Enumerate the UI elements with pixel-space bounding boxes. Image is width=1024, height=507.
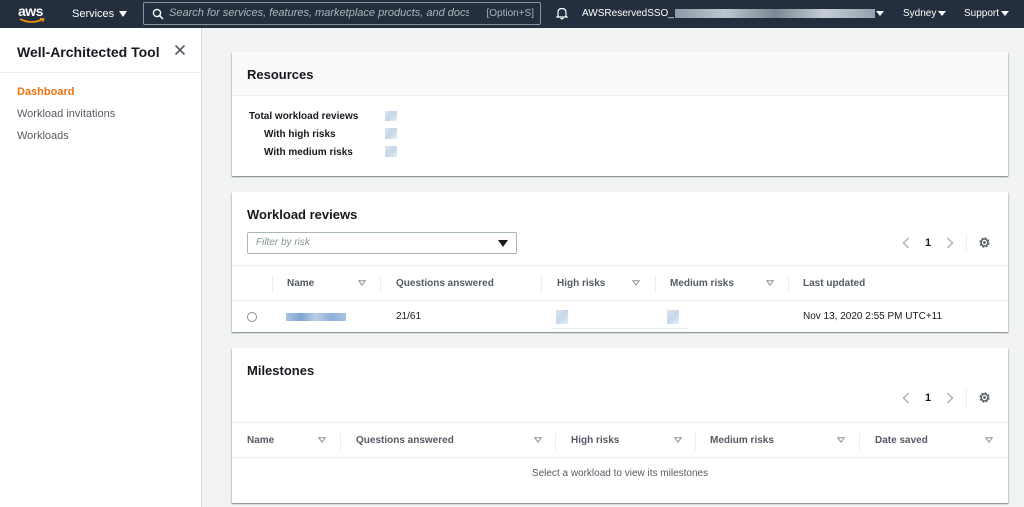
column-header-last-updated[interactable]: Last updated — [803, 278, 865, 289]
caret-down-icon — [119, 11, 128, 18]
filter-by-risk-select[interactable] — [247, 232, 517, 254]
column-divider — [695, 433, 696, 450]
column-divider — [555, 433, 556, 450]
column-header-questions-answered[interactable]: Questions answered — [356, 435, 454, 446]
cell-underline — [552, 328, 688, 329]
sort-icon[interactable] — [985, 437, 993, 443]
workload-reviews-panel: Workload reviews 1 Name Questions answer… — [232, 192, 1008, 332]
column-divider — [788, 276, 789, 293]
sort-icon[interactable] — [632, 280, 640, 286]
gear-icon[interactable] — [978, 236, 991, 249]
region-caret-icon[interactable] — [938, 11, 946, 16]
workload-reviews-title: Workload reviews — [247, 207, 358, 222]
aws-smile-icon — [19, 18, 45, 23]
milestones-table-header: Name Questions answered High risks Mediu… — [232, 422, 1008, 458]
column-header-high-risks[interactable]: High risks — [557, 278, 605, 289]
search-input[interactable] — [169, 7, 469, 19]
milestones-panel: Milestones 1 Name Questions answered Hig… — [232, 348, 1008, 503]
last-updated-cell: Nov 13, 2020 2:55 PM UTC+11 — [803, 311, 943, 322]
questions-answered-cell: 21/61 — [396, 311, 422, 322]
column-divider — [655, 276, 656, 293]
account-caret-icon[interactable] — [876, 11, 884, 16]
search-shortcut: [Option+S] — [486, 8, 534, 19]
pager-divider — [966, 234, 967, 252]
caret-down-icon — [498, 240, 508, 247]
aws-logo[interactable]: aws — [18, 3, 48, 25]
current-page[interactable]: 1 — [925, 237, 931, 249]
side-navigation: Well-Architected Tool Dashboard Workload… — [0, 28, 202, 507]
medium-risks-cell-redacted — [667, 310, 679, 324]
account-name-redacted — [674, 8, 875, 18]
sort-icon[interactable] — [674, 437, 682, 443]
column-header-high-risks[interactable]: High risks — [571, 435, 619, 446]
medium-risks-value-redacted — [385, 146, 397, 157]
column-header-name[interactable]: Name — [247, 435, 274, 446]
search-box[interactable]: [Option+S] — [143, 2, 541, 25]
resources-title: Resources — [247, 67, 314, 82]
sort-icon[interactable] — [318, 437, 326, 443]
milestones-empty-message: Select a workload to view its milestones — [531, 468, 709, 479]
gear-icon[interactable] — [978, 391, 991, 404]
previous-page-icon[interactable] — [902, 237, 910, 249]
resources-header: Resources — [232, 52, 1008, 96]
sort-icon[interactable] — [766, 280, 774, 286]
column-divider — [272, 276, 273, 293]
column-header-medium-risks[interactable]: Medium risks — [710, 435, 774, 446]
sidebar-item-dashboard[interactable]: Dashboard — [17, 86, 74, 98]
top-navigation: aws Services [Option+S] AWSReservedSSO_ … — [0, 0, 1024, 28]
search-icon — [152, 8, 164, 20]
sort-icon[interactable] — [534, 437, 542, 443]
next-page-icon[interactable] — [946, 237, 954, 249]
total-workload-reviews-label: Total workload reviews — [249, 111, 359, 122]
previous-page-icon[interactable] — [902, 392, 910, 404]
filter-by-risk-input[interactable] — [256, 237, 486, 248]
sort-icon[interactable] — [837, 437, 845, 443]
next-page-icon[interactable] — [946, 392, 954, 404]
workload-name-redacted[interactable] — [286, 313, 346, 321]
sidenav-title: Well-Architected Tool — [17, 44, 160, 60]
services-menu[interactable]: Services — [72, 8, 128, 20]
sidebar-item-workloads[interactable]: Workloads — [17, 130, 69, 142]
column-header-questions-answered[interactable]: Questions answered — [396, 278, 494, 289]
close-icon[interactable] — [174, 44, 186, 56]
column-divider — [340, 433, 341, 450]
column-header-medium-risks[interactable]: Medium risks — [670, 278, 734, 289]
bell-icon[interactable] — [556, 7, 568, 20]
column-header-name[interactable]: Name — [287, 278, 314, 289]
current-page[interactable]: 1 — [925, 392, 931, 404]
column-divider — [380, 276, 381, 293]
medium-risks-label: With medium risks — [264, 147, 353, 158]
total-workload-reviews-value-redacted — [385, 111, 397, 121]
column-divider — [541, 276, 542, 293]
sidenav-divider — [0, 72, 202, 73]
account-menu[interactable]: AWSReservedSSO_ — [582, 8, 875, 19]
sort-icon[interactable] — [358, 280, 366, 286]
resources-panel: Resources Total workload reviews With hi… — [232, 52, 1008, 176]
high-risks-value-redacted — [385, 128, 397, 139]
high-risks-cell-redacted — [556, 310, 568, 324]
pager-divider — [966, 389, 967, 407]
row-select-radio[interactable] — [247, 312, 257, 322]
sidebar-item-workload-invitations[interactable]: Workload invitations — [17, 108, 115, 120]
milestones-title: Milestones — [247, 363, 315, 378]
support-caret-icon[interactable] — [1001, 11, 1009, 16]
high-risks-label: With high risks — [264, 129, 336, 140]
region-selector[interactable]: Sydney — [903, 8, 936, 19]
column-divider — [859, 433, 860, 450]
column-header-date-saved[interactable]: Date saved — [875, 435, 928, 446]
workload-reviews-table-header: Name Questions answered High risks Mediu… — [232, 265, 1008, 301]
support-menu[interactable]: Support — [964, 8, 999, 19]
